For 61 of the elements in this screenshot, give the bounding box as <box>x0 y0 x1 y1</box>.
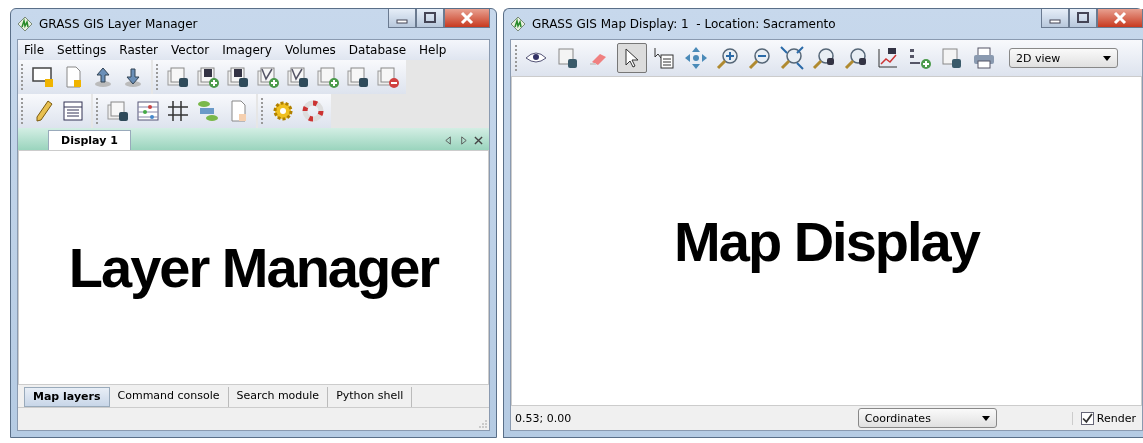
grass-logo-icon <box>510 16 526 32</box>
window-title: GRASS GIS Map Display: 1 - Location: Sacramento <box>532 17 836 31</box>
zoom-extent-icon <box>780 46 804 70</box>
settings-icon[interactable] <box>271 99 295 123</box>
raster-add-icon[interactable] <box>196 65 220 89</box>
overlay-layer-icon[interactable] <box>346 65 370 89</box>
vector-layer-icon[interactable] <box>286 65 310 89</box>
render-checkbox[interactable] <box>1080 411 1094 425</box>
maximize-icon[interactable] <box>1069 9 1097 28</box>
caption-label: Layer Manager <box>68 235 439 300</box>
remove-layer-icon[interactable] <box>376 65 400 89</box>
menu-item[interactable]: Volumes <box>284 43 336 57</box>
menu-item[interactable]: Raster <box>119 43 158 57</box>
view-dropdown[interactable]: 2D view <box>1009 48 1118 68</box>
bottom-tab[interactable]: Map layers <box>24 387 110 407</box>
zoom-layer-icon <box>844 46 868 70</box>
pan-icon <box>684 46 708 70</box>
printer-icon <box>972 46 996 70</box>
zoom-out-icon <box>748 46 772 70</box>
zoom-in-icon <box>716 46 740 70</box>
grid-icon[interactable] <box>166 99 190 123</box>
chart-icon <box>876 46 900 70</box>
monitor-icon[interactable] <box>31 65 55 89</box>
maximize-icon[interactable] <box>416 9 444 28</box>
scroll-left-icon[interactable] <box>444 136 453 145</box>
legend-icon <box>908 46 932 70</box>
abacus-icon[interactable] <box>136 99 160 123</box>
scroll-right-icon[interactable] <box>459 136 468 145</box>
caret-icon <box>1103 55 1111 61</box>
flowchart-icon[interactable] <box>196 99 220 123</box>
caret-icon <box>981 415 990 421</box>
minimize-icon[interactable] <box>388 9 416 28</box>
query-icon <box>652 46 676 70</box>
raster-layer-icon[interactable] <box>226 65 250 89</box>
layer-icon[interactable] <box>166 65 190 89</box>
import-layer-icon[interactable] <box>106 99 130 123</box>
menu-item[interactable]: Vector <box>171 43 210 57</box>
resize-grip-icon[interactable] <box>479 420 487 428</box>
menu-item[interactable]: Database <box>348 43 407 57</box>
caption-label: Map Display <box>674 208 979 274</box>
lifebuoy-icon[interactable] <box>301 99 325 123</box>
map-tool-button[interactable] <box>617 43 647 73</box>
vector-add-icon[interactable] <box>256 65 280 89</box>
grass-logo-icon <box>17 16 33 32</box>
window-title: GRASS GIS Layer Manager <box>39 17 198 31</box>
menu-item[interactable]: File <box>24 43 45 57</box>
table-icon[interactable] <box>61 99 85 123</box>
bottom-tab[interactable]: Search module <box>228 387 329 407</box>
menu-item[interactable]: Help <box>419 43 447 57</box>
display-tab[interactable]: Display 1 <box>48 130 131 150</box>
close-icon[interactable] <box>1097 9 1143 28</box>
status-mode-dropdown[interactable]: Coordinates <box>857 408 997 428</box>
coordinates-text: 0.53; 0.00 <box>515 411 573 425</box>
minimize-icon[interactable] <box>1041 9 1069 28</box>
menu-item[interactable]: Imagery <box>222 43 272 57</box>
bottom-tab[interactable]: Python shell <box>328 387 413 407</box>
menu-item[interactable]: Settings <box>57 43 107 57</box>
close-icon[interactable] <box>444 9 490 28</box>
render-label: Render <box>1096 411 1136 425</box>
bottom-tab[interactable]: Command console <box>109 387 229 407</box>
close-icon[interactable] <box>474 136 483 145</box>
